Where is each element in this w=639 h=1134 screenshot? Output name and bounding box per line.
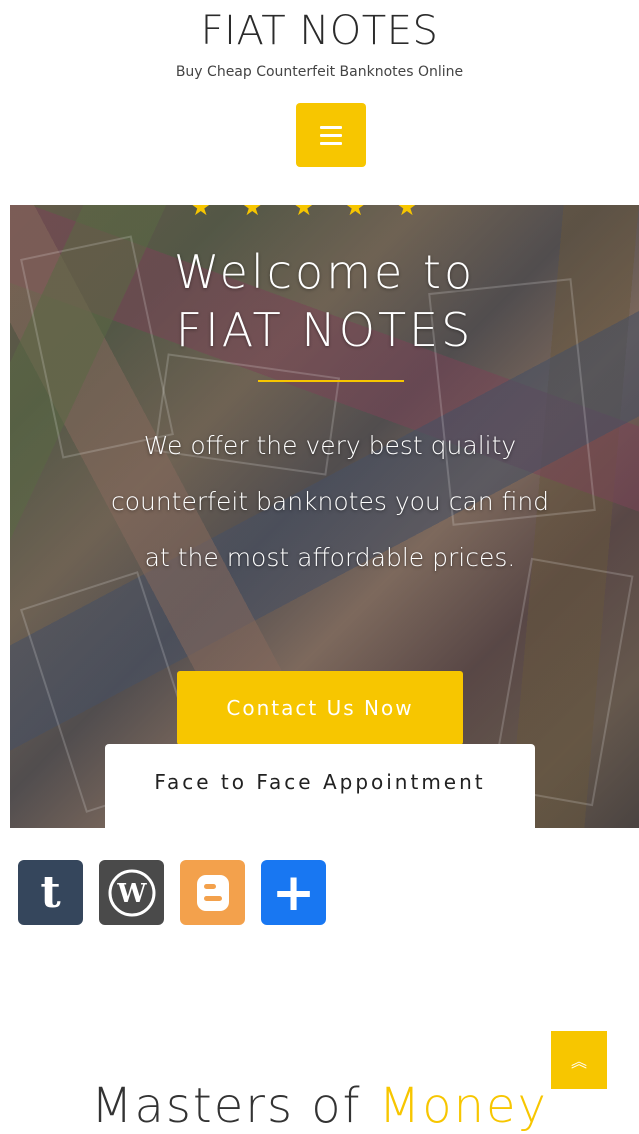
section-heading-highlight: Money	[378, 1078, 548, 1134]
menu-toggle-button[interactable]	[296, 103, 366, 167]
star-icon: ★	[190, 205, 242, 221]
hero-title-line2: FIAT NOTES	[175, 303, 474, 357]
hero-title-line1: Welcome to	[173, 245, 476, 299]
hero-description: We offer the very best quality counterfe…	[110, 431, 550, 572]
star-icon: ★	[396, 205, 448, 221]
title-divider	[258, 380, 404, 382]
wordpress-icon[interactable]: W	[99, 860, 164, 925]
site-tagline: Buy Cheap Counterfeit Banknotes Online	[175, 64, 464, 80]
contact-us-button[interactable]: Contact Us Now	[177, 671, 463, 745]
share-buttons: t W +	[18, 860, 326, 925]
rating-stars: ★★★★★	[190, 205, 448, 221]
site-header: FIAT NOTES Buy Cheap Counterfeit Banknot…	[0, 0, 639, 205]
hero-banner: ★★★★★ Welcome to FIAT NOTES We offer the…	[10, 205, 639, 828]
svg-text:W: W	[116, 879, 147, 909]
tumblr-icon[interactable]: t	[18, 860, 83, 925]
section-heading-text: Masters of	[91, 1078, 362, 1134]
star-icon: ★	[293, 205, 345, 221]
hamburger-icon-bar	[320, 141, 342, 145]
section-heading: Masters of Money	[0, 1078, 639, 1134]
chevron-double-up-icon: ︽	[570, 1052, 587, 1071]
blogger-icon[interactable]	[180, 860, 245, 925]
site-title[interactable]: FIAT NOTES	[0, 8, 639, 54]
hamburger-icon-bar	[320, 133, 342, 137]
hero-title: Welcome to FIAT NOTES	[10, 243, 639, 359]
share-plus-icon[interactable]: +	[261, 860, 326, 925]
star-icon: ★	[344, 205, 397, 221]
appointment-label: Face to Face Appointment	[154, 770, 486, 794]
star-icon: ★	[241, 205, 294, 221]
appointment-card[interactable]: Face to Face Appointment	[105, 744, 535, 828]
hamburger-icon	[320, 125, 342, 129]
